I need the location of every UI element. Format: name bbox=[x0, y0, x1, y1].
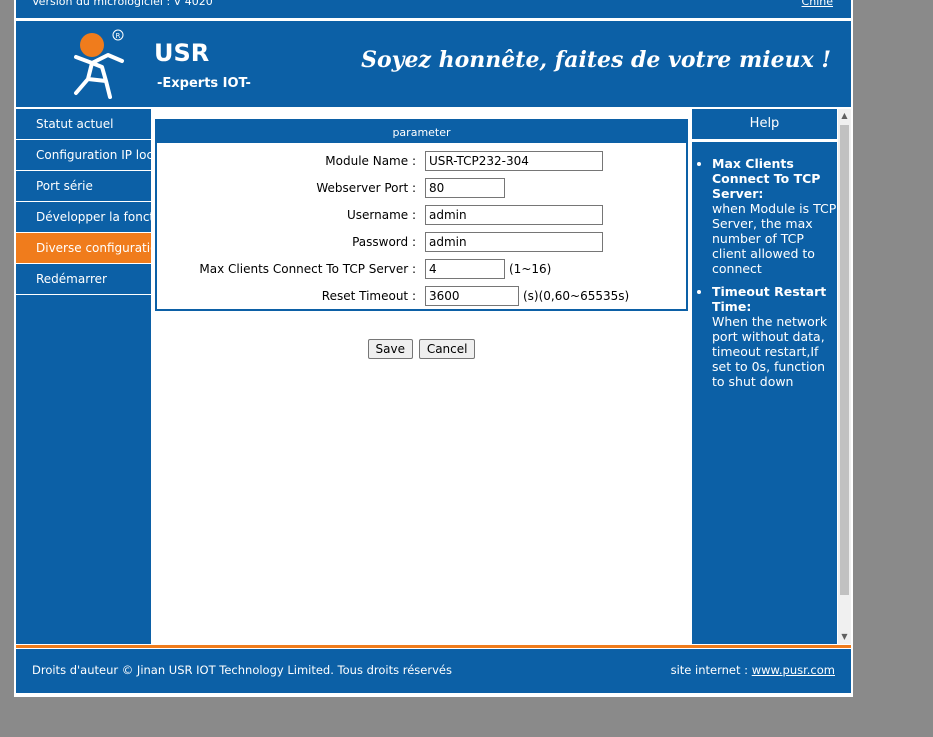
footer: Droits d'auteur © Jinan USR IOT Technolo… bbox=[16, 649, 851, 693]
language-link[interactable]: Chine bbox=[802, 0, 833, 8]
nav-item-developper[interactable]: Développer la fonction bbox=[16, 202, 151, 233]
row-username: Username : bbox=[157, 205, 686, 227]
slogan: Soyez honnête, faites de votre mieux ! bbox=[361, 47, 831, 73]
brand-name: USR bbox=[154, 39, 210, 67]
webserver-port-label: Webserver Port : bbox=[316, 181, 416, 195]
password-label: Password : bbox=[352, 235, 416, 249]
module-name-label: Module Name : bbox=[325, 154, 416, 168]
help-list: Max Clients Connect To TCP Server: when … bbox=[692, 142, 837, 389]
row-password: Password : bbox=[157, 232, 686, 254]
sidebar-nav: Statut actuel Configuration IP locale Po… bbox=[16, 109, 151, 644]
reset-timeout-input[interactable] bbox=[425, 286, 519, 306]
panel-title: parameter bbox=[157, 121, 686, 143]
site-link[interactable]: www.pusr.com bbox=[752, 663, 835, 677]
site-info: site internet : www.pusr.com bbox=[671, 663, 835, 677]
brand-subtitle: -Experts IOT- bbox=[157, 76, 251, 91]
parameter-panel: parameter Module Name : Webserver Port :… bbox=[155, 119, 688, 311]
form-buttons: Save Cancel bbox=[153, 339, 690, 359]
header-banner: R USR -Experts IOT- Soyez honnête, faite… bbox=[16, 21, 851, 107]
nav-item-diverse-config[interactable]: Diverse configuration bbox=[16, 233, 151, 264]
webserver-port-input[interactable] bbox=[425, 178, 505, 198]
password-input[interactable] bbox=[425, 232, 603, 252]
nav-item-statut[interactable]: Statut actuel bbox=[16, 109, 151, 140]
main-content: parameter Module Name : Webserver Port :… bbox=[153, 109, 690, 644]
username-label: Username : bbox=[346, 208, 416, 222]
module-name-input[interactable] bbox=[425, 151, 603, 171]
row-max-clients: Max Clients Connect To TCP Server : (1~1… bbox=[157, 259, 686, 281]
scroll-thumb[interactable] bbox=[840, 125, 849, 595]
reset-timeout-hint: (s)(0,60~65535s) bbox=[523, 289, 630, 303]
nav-item-redemarrer[interactable]: Redémarrer bbox=[16, 264, 151, 295]
cancel-button[interactable]: Cancel bbox=[418, 339, 476, 359]
help-panel: Help Max Clients Connect To TCP Server: … bbox=[692, 109, 837, 644]
nav-item-port-serie[interactable]: Port série bbox=[16, 171, 151, 202]
firmware-version: Version du micrologiciel : V 4020 bbox=[32, 0, 213, 8]
site-label: site internet : bbox=[670, 663, 749, 677]
help-item: Max Clients Connect To TCP Server: when … bbox=[712, 156, 837, 276]
help-title: Help bbox=[692, 109, 837, 142]
scroll-up-icon[interactable]: ▲ bbox=[838, 109, 851, 123]
nav-item-config-ip[interactable]: Configuration IP locale bbox=[16, 140, 151, 171]
help-heading: Max Clients Connect To TCP Server: bbox=[712, 156, 821, 201]
page-frame: R USR -Experts IOT- Soyez honnête, faite… bbox=[14, 18, 853, 697]
row-reset-timeout: Reset Timeout : (s)(0,60~65535s) bbox=[157, 286, 686, 308]
copyright-text: Droits d'auteur © Jinan USR IOT Technolo… bbox=[32, 663, 452, 677]
help-heading: Timeout Restart Time: bbox=[712, 284, 827, 314]
svg-text:R: R bbox=[116, 32, 121, 40]
usr-logo-icon: R bbox=[74, 29, 124, 99]
help-scrollbar[interactable]: ▲ ▼ bbox=[838, 109, 851, 644]
scroll-down-icon[interactable]: ▼ bbox=[838, 630, 851, 644]
row-module-name: Module Name : bbox=[157, 151, 686, 173]
max-clients-label: Max Clients Connect To TCP Server : bbox=[199, 262, 416, 276]
reset-timeout-label: Reset Timeout : bbox=[321, 289, 416, 303]
top-bar: Version du micrologiciel : V 4020 Chine bbox=[14, 0, 853, 18]
footer-divider bbox=[16, 645, 851, 648]
help-text: when Module is TCP Server, the max numbe… bbox=[712, 201, 837, 276]
username-input[interactable] bbox=[425, 205, 603, 225]
help-item: Timeout Restart Time: When the network p… bbox=[712, 284, 837, 389]
row-webserver-port: Webserver Port : bbox=[157, 178, 686, 200]
max-clients-hint: (1~16) bbox=[509, 262, 552, 276]
help-text: When the network port without data, time… bbox=[712, 314, 828, 389]
save-button[interactable]: Save bbox=[367, 339, 413, 359]
max-clients-input[interactable] bbox=[425, 259, 505, 279]
